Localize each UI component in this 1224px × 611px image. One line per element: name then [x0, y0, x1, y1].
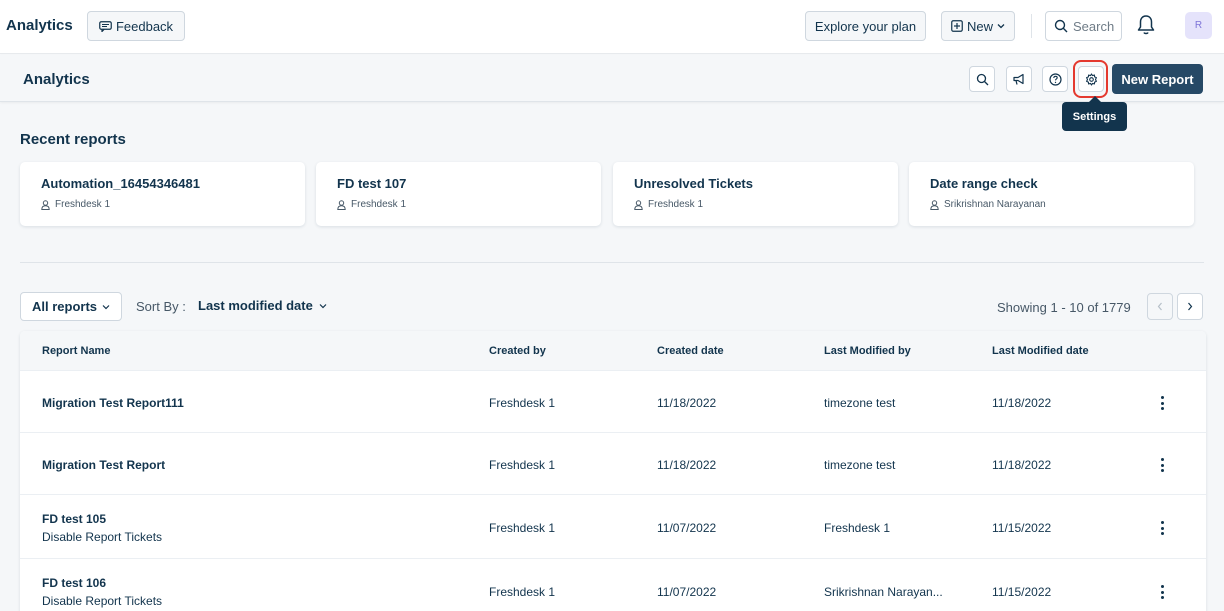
top-bar: Analytics Feedback Explore your plan New…: [0, 0, 1224, 54]
recent-report-owner: Freshdesk 1: [337, 199, 406, 210]
feedback-label: Feedback: [115, 18, 174, 34]
recent-report-card[interactable]: Date range check Srikrishnan Narayanan: [909, 162, 1194, 226]
table-row[interactable]: FD test 106 Disable Report Tickets Fresh…: [20, 559, 1206, 611]
all-reports-dropdown[interactable]: All reports: [20, 292, 122, 321]
section-divider: [20, 262, 1204, 263]
created-by: Freshdesk 1: [489, 396, 556, 410]
gear-icon: [1085, 72, 1097, 86]
sort-by-label: Sort By :: [136, 299, 186, 314]
user-icon: [930, 199, 939, 210]
report-description: Disable Report Tickets: [42, 594, 163, 608]
chevron-down-icon: [319, 303, 327, 308]
recent-report-card[interactable]: FD test 107 Freshdesk 1: [316, 162, 601, 226]
explore-plan-button[interactable]: Explore your plan: [805, 11, 926, 41]
last-modified-date: 11/15/2022: [992, 585, 1052, 599]
bell-icon[interactable]: [1136, 14, 1156, 36]
owner-name: Freshdesk 1: [648, 199, 704, 210]
report-description: Disable Report Tickets: [42, 530, 163, 544]
plus-box-icon: [951, 20, 963, 32]
chevron-down-icon: [997, 24, 1005, 29]
global-search[interactable]: Search: [1045, 11, 1122, 41]
reports-table: Report Name Created by Created date Last…: [20, 331, 1206, 611]
more-options-icon[interactable]: [1156, 584, 1168, 600]
column-header-report-name[interactable]: Report Name: [42, 345, 110, 357]
created-by: Freshdesk 1: [489, 458, 556, 472]
all-reports-label: All reports: [31, 299, 97, 314]
sort-value-label: Last modified date: [198, 298, 313, 313]
last-modified-date: 11/15/2022: [992, 521, 1052, 535]
recent-report-card[interactable]: Unresolved Tickets Freshdesk 1: [613, 162, 898, 226]
feedback-button[interactable]: Feedback: [87, 11, 185, 41]
user-icon: [634, 199, 643, 210]
last-modified-by: timezone test: [824, 458, 896, 472]
help-button[interactable]: [1042, 66, 1068, 92]
chevron-down-icon: [102, 304, 110, 309]
help-icon: [1048, 72, 1062, 86]
user-icon: [41, 199, 50, 210]
created-date: 11/07/2022: [657, 585, 717, 599]
chevron-right-icon: [1188, 302, 1193, 311]
new-button[interactable]: New: [941, 11, 1015, 41]
previous-page-button[interactable]: [1147, 293, 1173, 320]
new-label: New: [966, 18, 993, 34]
created-date: 11/18/2022: [657, 396, 717, 410]
divider: [1031, 14, 1032, 38]
page-header: Analytics New Report: [0, 55, 1224, 102]
created-date: 11/18/2022: [657, 458, 717, 472]
last-modified-by: Freshdesk 1: [824, 521, 891, 535]
table-row[interactable]: Migration Test Report111 Freshdesk 1 11/…: [20, 371, 1206, 433]
recent-report-card[interactable]: Automation_16454346481 Freshdesk 1: [20, 162, 305, 226]
announcements-button[interactable]: [1006, 66, 1032, 92]
last-modified-date: 11/18/2022: [992, 396, 1052, 410]
created-by: Freshdesk 1: [489, 521, 556, 535]
new-report-button[interactable]: New Report: [1112, 64, 1203, 94]
last-modified-date: 11/18/2022: [992, 458, 1052, 472]
report-name[interactable]: Migration Test Report: [42, 458, 165, 472]
report-name[interactable]: FD test 105: [42, 512, 106, 526]
recent-reports-title: Recent reports: [20, 131, 126, 148]
pagination-summary: Showing 1 - 10 of 1779: [997, 300, 1131, 315]
search-icon: [976, 73, 988, 85]
settings-button[interactable]: [1078, 66, 1104, 92]
table-row[interactable]: FD test 105 Disable Report Tickets Fresh…: [20, 495, 1206, 559]
report-name[interactable]: FD test 106: [42, 576, 106, 590]
recent-report-title: Date range check: [930, 176, 1038, 191]
recent-report-owner: Freshdesk 1: [634, 199, 703, 210]
created-by: Freshdesk 1: [489, 585, 556, 599]
owner-name: Srikrishnan Narayanan: [944, 199, 1046, 210]
last-modified-by: timezone test: [824, 396, 896, 410]
recent-report-title: FD test 107: [337, 176, 407, 191]
column-header-last-modified-date[interactable]: Last Modified date: [992, 345, 1089, 357]
more-options-icon[interactable]: [1156, 520, 1168, 536]
megaphone-icon: [1013, 73, 1024, 85]
recent-report-owner: Srikrishnan Narayanan: [930, 199, 1046, 210]
sort-by-dropdown[interactable]: Last modified date: [198, 298, 327, 313]
recent-report-owner: Freshdesk 1: [41, 199, 110, 210]
app-title: Analytics: [6, 17, 73, 34]
owner-name: Freshdesk 1: [351, 199, 407, 210]
user-icon: [337, 199, 346, 210]
recent-report-title: Automation_16454346481: [41, 176, 200, 191]
column-header-created-by[interactable]: Created by: [489, 345, 546, 357]
last-modified-by: Srikrishnan Narayan...: [824, 585, 943, 599]
search-placeholder: Search: [1073, 18, 1115, 34]
created-date: 11/07/2022: [657, 521, 717, 535]
search-reports-button[interactable]: [969, 66, 995, 92]
owner-name: Freshdesk 1: [55, 199, 111, 210]
column-header-last-modified-by[interactable]: Last Modified by: [824, 345, 911, 357]
chevron-left-icon: [1157, 302, 1162, 311]
report-name[interactable]: Migration Test Report111: [42, 396, 184, 410]
table-header: Report Name Created by Created date Last…: [20, 331, 1206, 371]
settings-tooltip: Settings: [1062, 96, 1127, 131]
table-row[interactable]: Migration Test Report Freshdesk 1 11/18/…: [20, 433, 1206, 495]
more-options-icon[interactable]: [1156, 457, 1168, 473]
column-header-created-date[interactable]: Created date: [657, 345, 724, 357]
more-options-icon[interactable]: [1156, 395, 1168, 411]
avatar[interactable]: R: [1185, 12, 1212, 39]
search-icon: [1054, 19, 1068, 33]
page-title: Analytics: [23, 71, 90, 88]
feedback-icon: [99, 20, 112, 32]
recent-report-title: Unresolved Tickets: [634, 176, 753, 191]
next-page-button[interactable]: [1177, 293, 1203, 320]
